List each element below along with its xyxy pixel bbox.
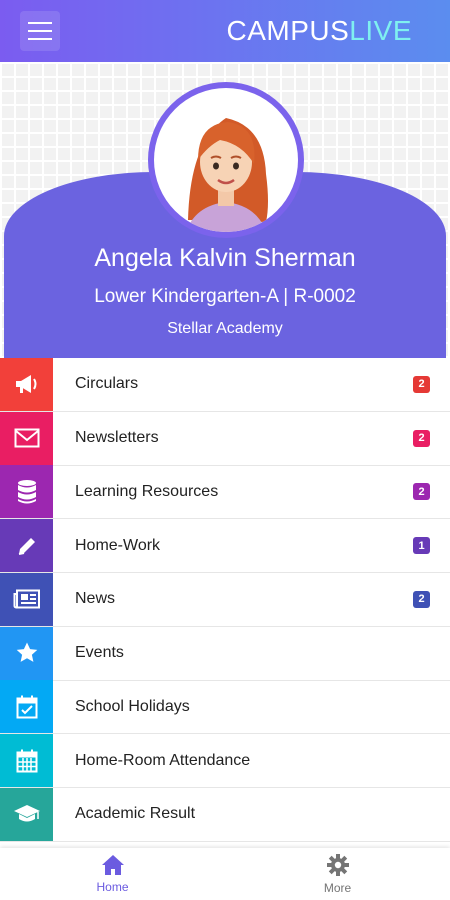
bottom-navigation: Home More [0, 848, 450, 900]
nav-more[interactable]: More [225, 848, 450, 900]
menu-item-label: Events [75, 644, 124, 662]
menu-item-home-work[interactable]: Home-Work 1 [0, 519, 450, 573]
calendar-grid-icon [0, 734, 53, 788]
notification-badge: 2 [413, 429, 430, 447]
student-name: Angela Kalvin Sherman [94, 244, 356, 272]
menu-item-events[interactable]: Events [0, 626, 450, 681]
graduation-cap-icon [0, 787, 53, 841]
star-icon [0, 626, 53, 680]
pencil-icon [0, 519, 53, 573]
app-header: CAMPUSLIVE [0, 0, 450, 62]
avatar-ring [148, 82, 304, 238]
notification-badge: 2 [413, 483, 430, 501]
menu-item-learning-resources[interactable]: Learning Resources 2 [0, 465, 450, 520]
menu-item-label: Home-Work [75, 536, 161, 554]
menu-item-label: News [75, 590, 116, 608]
database-icon [0, 465, 53, 519]
menu-item-label: Learning Resources [75, 482, 219, 500]
newspaper-icon [0, 572, 53, 626]
nav-more-label: More [323, 881, 352, 895]
home-icon [101, 855, 124, 875]
menu-item-newsletters[interactable]: Newsletters 2 [0, 411, 450, 466]
menu-item-label: Circulars [75, 375, 139, 393]
student-class-info: Lower Kindergarten-A | R-0002 [94, 286, 356, 307]
megaphone-icon [0, 358, 53, 411]
gear-icon [326, 854, 349, 876]
calendar-check-icon [0, 680, 53, 734]
brand-live: LIVE [349, 15, 412, 46]
menu-item-circulars[interactable]: Circulars 2 [0, 358, 450, 412]
student-avatar[interactable] [154, 88, 298, 232]
feature-menu-list: Circulars 2 Newsletters 2 Learning Resou… [0, 358, 450, 848]
brand-campus: CAMPUS [226, 15, 350, 46]
menu-item-label: Newsletters [75, 429, 159, 447]
menu-item-academic-result[interactable]: Academic Result [0, 787, 450, 842]
nav-home[interactable]: Home [0, 848, 225, 900]
brand-logo: CAMPUSLIVE [227, 15, 413, 47]
menu-item-label: Home-Room Attendance [75, 751, 251, 769]
menu-item-school-holidays[interactable]: School Holidays [0, 680, 450, 735]
menu-item-home-room-attendance[interactable]: Home-Room Attendance [0, 734, 450, 788]
notification-badge: 1 [413, 537, 430, 555]
menu-item-label: School Holidays [75, 697, 190, 715]
notification-badge: 2 [413, 375, 430, 393]
notification-badge: 2 [413, 590, 430, 608]
envelope-icon [0, 411, 53, 465]
nav-home-label: Home [96, 880, 129, 894]
school-name: Stellar Academy [167, 320, 283, 337]
menu-item-news[interactable]: News 2 [0, 572, 450, 627]
menu-item-label: Academic Result [75, 805, 196, 823]
hamburger-menu-icon[interactable] [20, 11, 60, 51]
profile-banner [0, 62, 450, 358]
